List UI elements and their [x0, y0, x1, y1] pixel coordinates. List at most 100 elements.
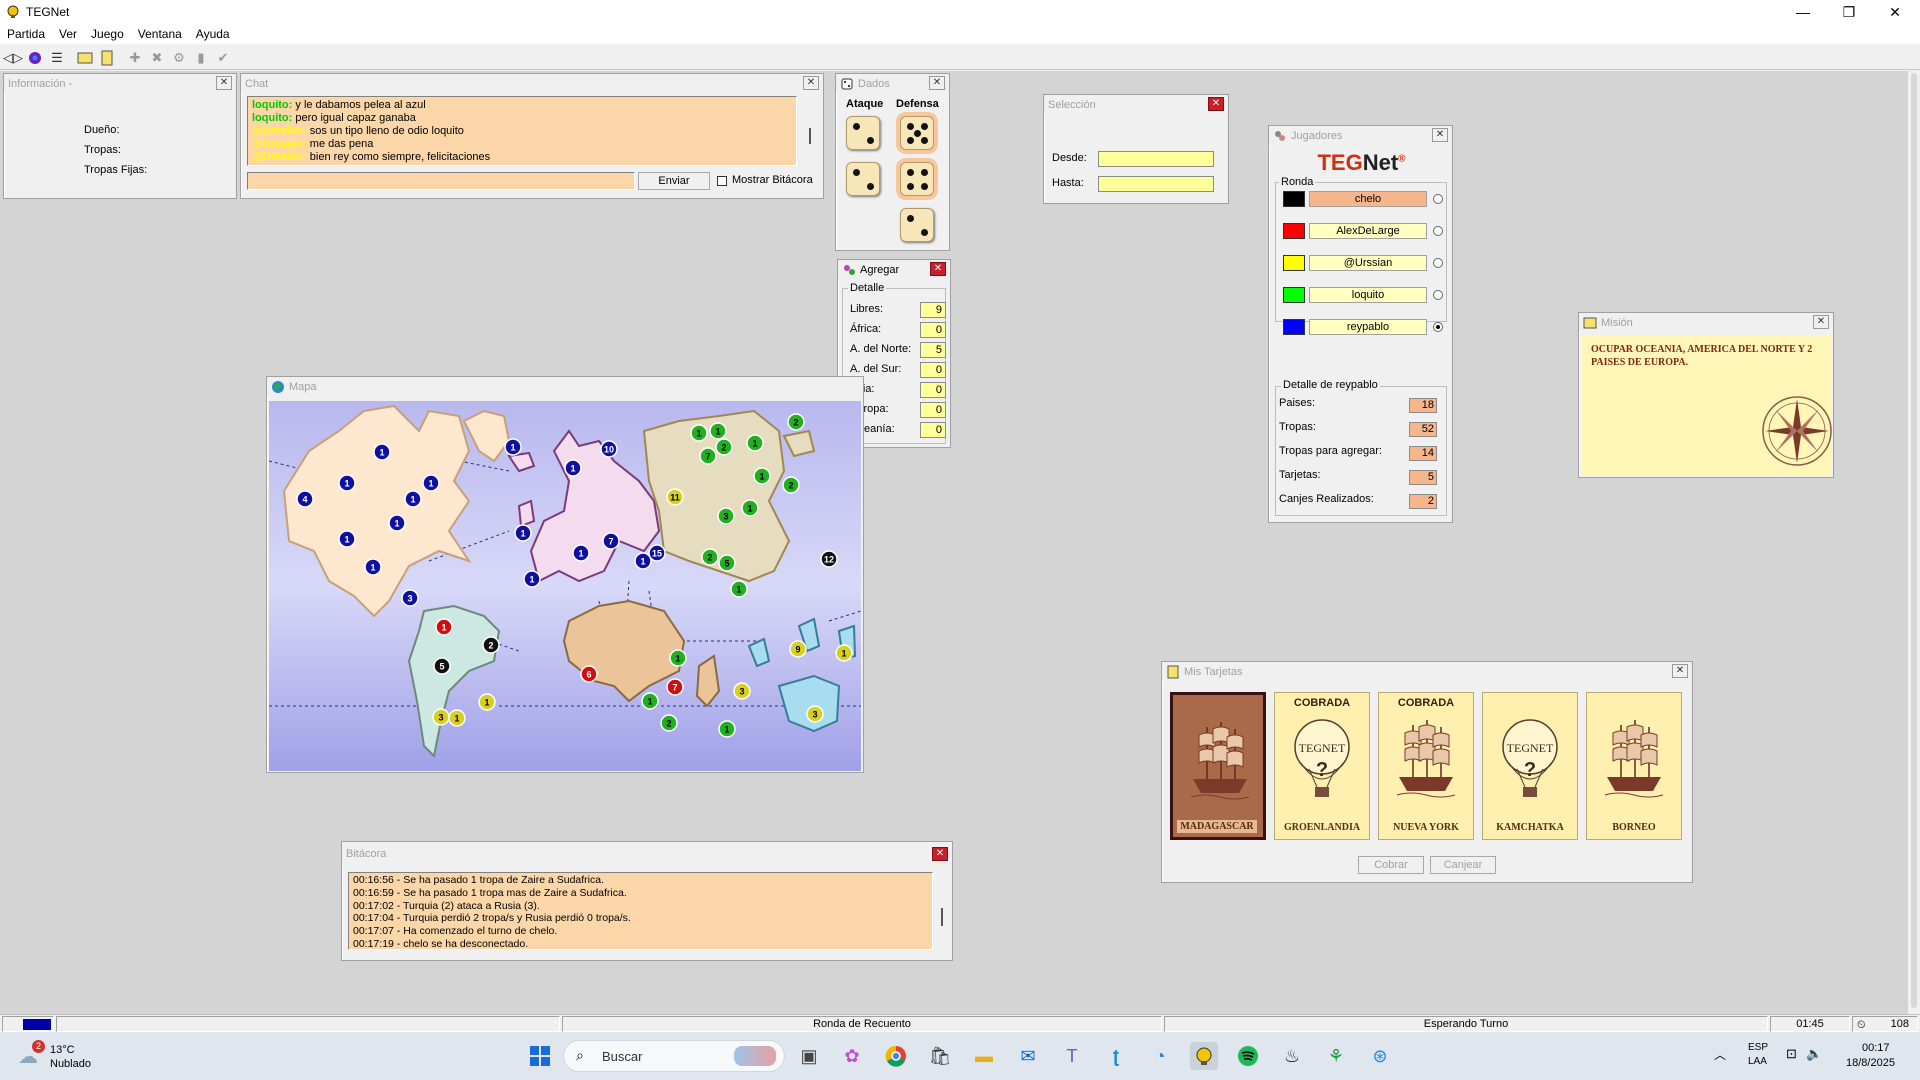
army-marker[interactable]: 3: [401, 589, 419, 607]
army-marker[interactable]: 3: [717, 507, 735, 525]
mission-icon[interactable]: [96, 48, 118, 68]
players-close-button[interactable]: ✕: [1432, 128, 1448, 142]
add-row-value[interactable]: 0: [920, 402, 946, 418]
chat-log[interactable]: loquito: y le dabamos pelea al azul loqui…: [247, 96, 797, 166]
log-scrollbar[interactable]: [936, 872, 948, 950]
army-marker[interactable]: 1: [364, 558, 382, 576]
army-marker[interactable]: 1: [338, 474, 356, 492]
volume-icon[interactable]: 🔈: [1806, 1046, 1822, 1062]
network-icon[interactable]: ⊡: [1786, 1046, 1797, 1062]
app-t-icon[interactable]: ʈ: [1102, 1042, 1130, 1070]
army-marker[interactable]: 11: [666, 488, 684, 506]
regroup-icon[interactable]: ⚙: [168, 48, 190, 68]
file-explorer-icon[interactable]: ▬: [970, 1042, 998, 1070]
search-box[interactable]: ⌕ Buscar: [563, 1040, 785, 1072]
army-marker[interactable]: 2: [701, 548, 719, 566]
army-marker[interactable]: 1: [422, 474, 440, 492]
army-marker[interactable]: 1: [388, 514, 406, 532]
army-marker[interactable]: 1: [404, 490, 422, 508]
info-close-button[interactable]: ✕: [216, 76, 232, 90]
army-marker[interactable]: 1: [835, 644, 853, 662]
to-field[interactable]: [1098, 176, 1214, 192]
outlook-icon[interactable]: ✉: [1014, 1042, 1042, 1070]
start-game-icon[interactable]: [24, 48, 46, 68]
army-marker[interactable]: 1: [746, 434, 764, 452]
chrome-icon[interactable]: [882, 1042, 910, 1070]
army-marker[interactable]: 3: [806, 705, 824, 723]
army-marker[interactable]: 2: [660, 714, 678, 732]
army-marker[interactable]: 7: [699, 447, 717, 465]
menu-ayuda[interactable]: Ayuda: [189, 27, 237, 41]
army-marker[interactable]: 2: [782, 476, 800, 494]
maximize-button[interactable]: ❐: [1826, 0, 1872, 24]
copilot-icon[interactable]: ✿: [838, 1042, 866, 1070]
army-marker[interactable]: 2: [482, 636, 500, 654]
tegnet-taskbar-icon[interactable]: [1190, 1042, 1218, 1070]
player-radio[interactable]: [1433, 322, 1443, 332]
army-marker[interactable]: 6: [580, 665, 598, 683]
list-icon[interactable]: ☰: [46, 48, 68, 68]
player-row[interactable]: @Urssian: [1283, 255, 1448, 271]
close-button[interactable]: ✕: [1872, 0, 1918, 24]
army-marker[interactable]: 1: [753, 467, 771, 485]
add-close-button[interactable]: ✕: [930, 262, 946, 276]
steam-icon[interactable]: ♨: [1278, 1042, 1306, 1070]
edge-icon[interactable]: ◔: [1146, 1042, 1174, 1070]
country-card[interactable]: MADAGASCAR: [1170, 692, 1266, 840]
player-row[interactable]: chelo: [1283, 191, 1448, 207]
minimize-button[interactable]: —: [1780, 0, 1826, 24]
lang-bottom[interactable]: LAA: [1748, 1056, 1767, 1067]
add-row-value[interactable]: 0: [920, 362, 946, 378]
player-row[interactable]: reypablo: [1283, 319, 1448, 335]
add-row-value[interactable]: 5: [920, 342, 946, 358]
add-row-value[interactable]: 9: [920, 302, 946, 318]
world-map[interactable]: 1114111113112531111011517111111272121312…: [269, 401, 861, 771]
player-radio[interactable]: [1433, 194, 1443, 204]
exchange-button[interactable]: Canjear: [1430, 856, 1496, 874]
army-marker[interactable]: 1: [709, 422, 727, 440]
show-log-checkbox[interactable]: [717, 176, 727, 186]
army-marker[interactable]: 7: [602, 532, 620, 550]
player-radio[interactable]: [1433, 290, 1443, 300]
get-card-icon[interactable]: ▮: [190, 48, 212, 68]
add-row-value[interactable]: 0: [920, 322, 946, 338]
country-card[interactable]: BORNEO: [1586, 692, 1682, 840]
army-marker[interactable]: 1: [741, 499, 759, 517]
country-card[interactable]: TEGNET? KAMCHATKA: [1482, 692, 1578, 840]
store-icon[interactable]: 🛍: [926, 1042, 954, 1070]
lang-top[interactable]: ESP: [1748, 1042, 1768, 1053]
army-marker[interactable]: 1: [514, 524, 532, 542]
army-marker[interactable]: 1: [373, 443, 391, 461]
windows-start-icon[interactable]: [526, 1042, 554, 1070]
chat-scrollbar[interactable]: [804, 96, 816, 166]
teams-icon[interactable]: T: [1058, 1042, 1086, 1070]
army-marker[interactable]: 1: [634, 552, 652, 570]
army-marker[interactable]: 1: [718, 720, 736, 738]
army-marker[interactable]: 3: [733, 682, 751, 700]
army-marker[interactable]: 5: [718, 554, 736, 572]
add-row-value[interactable]: 0: [920, 422, 946, 438]
player-radio[interactable]: [1433, 226, 1443, 236]
army-marker[interactable]: 1: [338, 530, 356, 548]
army-marker[interactable]: 1: [435, 618, 453, 636]
connect-icon[interactable]: ◁▷: [2, 48, 24, 68]
selection-close-button[interactable]: ✕: [1208, 97, 1224, 111]
dice-close-button[interactable]: ✕: [929, 76, 945, 90]
tray-chevron-icon[interactable]: ︿: [1714, 1046, 1726, 1063]
cards-close-button[interactable]: ✕: [1672, 664, 1688, 678]
add-troops-icon[interactable]: ✚: [124, 48, 146, 68]
army-marker[interactable]: 1: [564, 459, 582, 477]
menu-ventana[interactable]: Ventana: [131, 27, 189, 41]
spotify-icon[interactable]: [1234, 1042, 1262, 1070]
task-view-icon[interactable]: ▣: [795, 1042, 823, 1070]
army-marker[interactable]: 10: [600, 440, 618, 458]
army-marker[interactable]: 1: [690, 424, 708, 442]
log-list[interactable]: 00:16:56 - Se ha pasado 1 tropa de Zaire…: [348, 872, 933, 950]
country-card[interactable]: COBRADA TEGNET? GROENLANDIA: [1274, 692, 1370, 840]
menu-ver[interactable]: Ver: [52, 27, 84, 41]
collect-button[interactable]: Cobrar: [1358, 856, 1424, 874]
army-marker[interactable]: 1: [641, 692, 659, 710]
army-marker[interactable]: 1: [669, 649, 687, 667]
player-radio[interactable]: [1433, 258, 1443, 268]
army-marker[interactable]: 7: [666, 678, 684, 696]
